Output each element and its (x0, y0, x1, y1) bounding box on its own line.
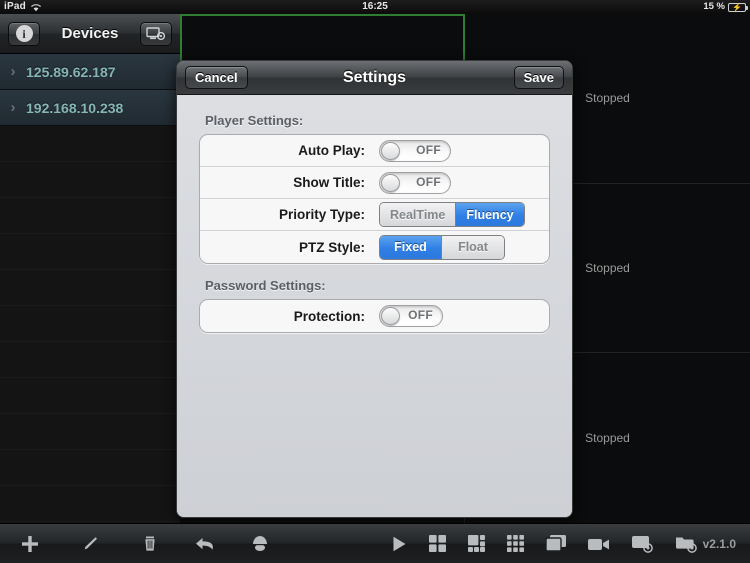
devices-sidebar: i Devices › 125.89.62.187 › 192.168.10.2… (0, 14, 180, 526)
priority-type-label: Priority Type: (278, 207, 365, 222)
ptz-style-label: PTZ Style: (298, 239, 365, 255)
delete-icon[interactable] (141, 535, 159, 553)
auto-play-toggle[interactable]: OFF (379, 139, 451, 162)
player-settings-group-title: Player Settings: (205, 113, 304, 128)
sidebar-toolbar (0, 523, 180, 563)
toggle-knob (381, 141, 400, 160)
battery-percent-label: 15 % (703, 1, 725, 12)
protection-label: Protection: (293, 308, 365, 324)
auto-play-toggle-value: OFF (416, 142, 441, 157)
toggle-knob (381, 173, 400, 192)
setting-row-protection: Protection: OFF (200, 300, 549, 332)
protection-toggle-value: OFF (408, 308, 433, 322)
password-settings-group-title: Password Settings: (205, 278, 326, 293)
setting-row-auto-play: Auto Play: OFF (200, 135, 549, 167)
show-title-toggle-value: OFF (416, 174, 441, 189)
layout-4-icon[interactable] (428, 534, 447, 553)
device-ip-label: 192.168.10.238 (26, 99, 124, 116)
setting-row-ptz-style: PTZ Style: Fixed Float (200, 231, 549, 263)
device-row-2[interactable]: › 192.168.10.238 (0, 90, 180, 126)
layout-1-icon[interactable] (545, 534, 567, 553)
segment-fixed[interactable]: Fixed (380, 235, 442, 259)
segment-realtime[interactable]: RealTime (380, 203, 457, 226)
setting-row-show-title: Show Title: OFF (200, 167, 549, 199)
modal-body: Player Settings: Auto Play: OFF Show Tit… (177, 95, 572, 517)
auto-play-label: Auto Play: (298, 143, 365, 158)
protection-toggle[interactable]: OFF (379, 305, 443, 327)
device-ip-label: 125.89.62.187 (26, 63, 116, 80)
status-bar-right: 15 % ⚡ (703, 0, 748, 14)
show-title-toggle[interactable]: OFF (379, 171, 451, 194)
device-config-button[interactable] (140, 21, 172, 46)
video-camera-icon[interactable] (587, 535, 611, 553)
video-status-label: Stopped (585, 430, 630, 445)
toggle-knob (381, 307, 400, 325)
page-title: Devices (61, 25, 119, 42)
save-button[interactable]: Save (513, 66, 564, 89)
status-bar-time: 16:25 (362, 1, 388, 12)
layout-9-icon[interactable] (506, 534, 525, 553)
app-version-label: v2.1.0 (702, 536, 736, 551)
priority-type-segmented[interactable]: RealTime Fluency (379, 202, 525, 227)
device-row-1[interactable]: › 125.89.62.187 (0, 54, 180, 90)
modal-title-bar: Cancel Settings Save (177, 61, 572, 95)
device-config-icon (146, 26, 166, 41)
player-toolbar: v2.1.0 (180, 523, 750, 563)
sidebar-header: i Devices (0, 14, 180, 54)
edit-icon[interactable] (81, 535, 99, 553)
add-icon[interactable] (21, 535, 39, 553)
info-button[interactable]: i (8, 21, 40, 46)
playback-folder-icon[interactable] (675, 534, 699, 553)
chevron-right-icon: › (10, 99, 16, 116)
layout-6-icon[interactable] (467, 534, 486, 553)
segment-fluency[interactable]: Fluency (456, 203, 524, 226)
chevron-right-icon: › (10, 63, 16, 80)
sidebar-empty-area (0, 126, 180, 526)
video-status-label: Stopped (585, 260, 630, 275)
settings-modal: Cancel Settings Save Player Settings: Au… (176, 60, 573, 518)
app-root: iPad 16:25 15 % ⚡ i Devices › 125.89.62.… (0, 0, 750, 563)
video-status-label: Stopped (585, 91, 630, 106)
ptz-style-segmented[interactable]: Fixed Float (379, 234, 505, 260)
playback-screen-icon[interactable] (631, 534, 655, 553)
show-title-label: Show Title: (293, 175, 365, 190)
ptz-icon[interactable] (250, 534, 270, 554)
info-icon: i (15, 25, 33, 42)
back-icon[interactable] (194, 535, 216, 553)
play-icon[interactable] (390, 535, 408, 553)
password-settings-card: Protection: OFF (199, 299, 550, 333)
battery-charging-icon: ⚡ (728, 2, 748, 12)
setting-row-priority-type: Priority Type: RealTime Fluency (200, 199, 549, 231)
segment-float[interactable]: Float (442, 235, 504, 259)
cancel-button[interactable]: Cancel (185, 66, 248, 89)
status-bar: iPad 16:25 15 % ⚡ (0, 0, 750, 14)
player-settings-card: Auto Play: OFF Show Title: OFF Priority … (199, 134, 550, 264)
